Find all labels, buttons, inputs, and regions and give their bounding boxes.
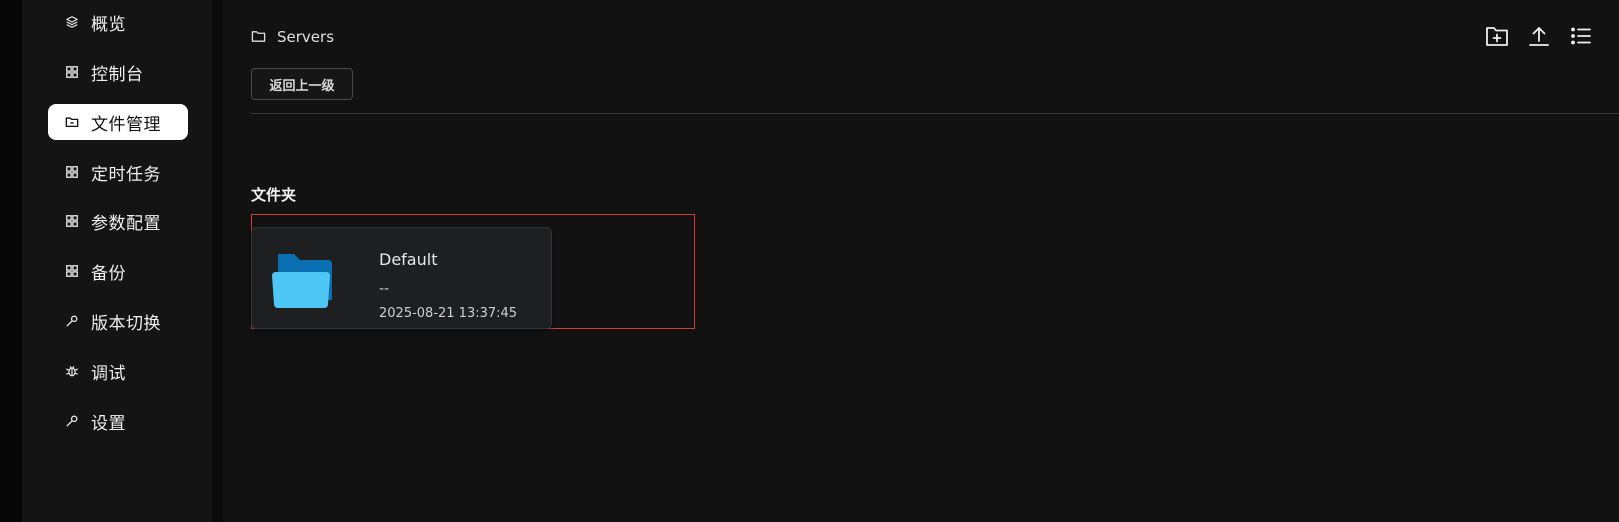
layers-icon — [64, 14, 80, 30]
window-edge — [0, 0, 22, 522]
app-window: 概览 控制台 文件管理 定时任务 参数配置 备份 版本切换 调试 设置 Serv… — [0, 0, 1619, 522]
breadcrumb[interactable]: Servers — [251, 28, 334, 46]
main-content: Servers 返回上一级 文件夹 Default -- 2025-08-21 … — [223, 0, 1619, 522]
sidebar: 概览 控制台 文件管理 定时任务 参数配置 备份 版本切换 调试 设置 — [22, 0, 212, 522]
sidebar-item-label: 概览 — [91, 14, 126, 35]
sidebar-item-label: 调试 — [91, 363, 126, 384]
bug-icon — [64, 363, 80, 379]
sidebar-item-settings[interactable]: 设置 — [48, 403, 188, 439]
sidebar-item-label: 参数配置 — [91, 213, 161, 234]
folder-outline-icon — [251, 29, 267, 45]
sidebar-item-file-manager[interactable]: 文件管理 — [48, 104, 188, 140]
sidebar-item-console[interactable]: 控制台 — [48, 54, 188, 90]
sidebar-item-label: 定时任务 — [91, 164, 161, 185]
grid-icon — [64, 164, 80, 180]
sidebar-item-label: 设置 — [91, 413, 126, 434]
sidebar-item-debug[interactable]: 调试 — [48, 353, 188, 389]
sidebar-item-scheduled-tasks[interactable]: 定时任务 — [48, 154, 188, 190]
folder-name: Default — [379, 250, 438, 269]
sidebar-gutter — [212, 0, 223, 522]
sidebar-item-label: 备份 — [91, 263, 126, 284]
back-up-level-button[interactable]: 返回上一级 — [251, 68, 353, 100]
list-view-icon[interactable] — [1569, 24, 1593, 48]
folder-card[interactable]: Default -- 2025-08-21 13:37:45 — [251, 227, 552, 329]
wrench-icon — [64, 313, 80, 329]
sidebar-item-parameters[interactable]: 参数配置 — [48, 203, 188, 239]
sidebar-item-label: 文件管理 — [91, 114, 161, 135]
sidebar-item-overview[interactable]: 概览 — [48, 4, 188, 40]
folder-icon — [64, 114, 80, 130]
sidebar-item-backup[interactable]: 备份 — [48, 253, 188, 289]
grid-icon — [64, 213, 80, 229]
upload-icon[interactable] — [1527, 24, 1551, 48]
grid-icon — [64, 64, 80, 80]
grid-icon — [64, 263, 80, 279]
folder-size: -- — [379, 281, 390, 297]
new-folder-icon[interactable] — [1485, 24, 1509, 48]
folder-modified: 2025-08-21 13:37:45 — [379, 306, 518, 321]
breadcrumb-path: Servers — [277, 28, 335, 46]
toolbar — [1485, 24, 1593, 48]
sidebar-item-version-switch[interactable]: 版本切换 — [48, 303, 188, 339]
folders-section-title: 文件夹 — [251, 186, 297, 204]
folder-open-icon — [270, 252, 340, 308]
sidebar-item-label: 控制台 — [91, 64, 144, 85]
wrench-icon — [64, 413, 80, 429]
sidebar-item-label: 版本切换 — [91, 313, 161, 334]
divider — [251, 113, 1619, 114]
